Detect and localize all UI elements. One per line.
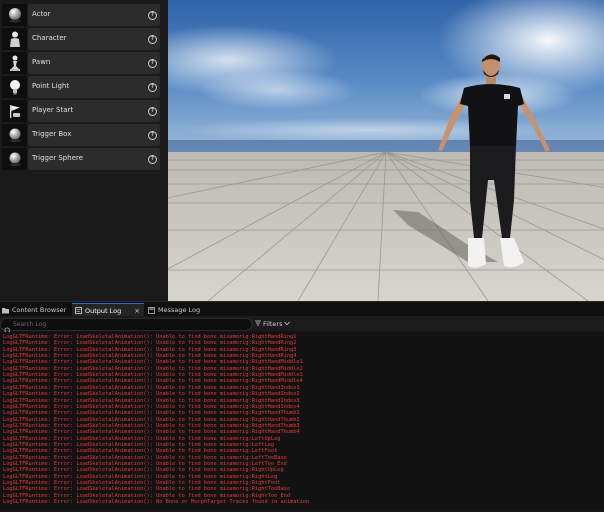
log-line: LogGLTFRuntime: Error: LoadSkeletalAnima…: [3, 480, 281, 487]
tab-message-log[interactable]: Message Log: [148, 303, 218, 317]
actor-item-label: Trigger Box: [32, 130, 72, 138]
actor-item-label: Pawn: [32, 58, 51, 66]
cube-icon: [2, 124, 27, 146]
help-icon[interactable]: ?: [148, 11, 157, 20]
help-icon[interactable]: ?: [148, 59, 157, 68]
help-icon[interactable]: ?: [148, 35, 157, 44]
actor-item-body[interactable]: Player Start ?: [28, 100, 160, 122]
log-line: LogGLTFRuntime: Error: LoadSkeletalAnima…: [3, 391, 300, 398]
sphere-icon: [2, 148, 27, 170]
help-icon[interactable]: ?: [148, 83, 157, 92]
actor-item-body[interactable]: Character ?: [28, 28, 160, 50]
actor-item-point-light[interactable]: Point Light ?: [0, 76, 162, 98]
output-log-list[interactable]: LogGLTFRuntime: Error: LoadSkeletalAnima…: [0, 332, 604, 510]
actor-item-label: Trigger Sphere: [32, 154, 84, 162]
tab-label: Content Browser: [12, 306, 67, 314]
search-box[interactable]: [0, 318, 252, 335]
place-actors-panel: Actor ? Character ? Pawn ? Point Light ?: [0, 0, 168, 301]
log-line: LogGLTFRuntime: Error: LoadSkeletalAnima…: [3, 422, 300, 429]
light-bulb-icon: [2, 76, 27, 98]
level-viewport[interactable]: [168, 0, 604, 301]
log-line: LogGLTFRuntime: Error: LoadSkeletalAnima…: [3, 334, 297, 340]
log-line: LogGLTFRuntime: Error: LoadSkeletalAnima…: [3, 403, 300, 410]
actor-item-label: Actor: [32, 10, 51, 18]
actor-item-actor[interactable]: Actor ?: [0, 4, 162, 26]
message-icon: [148, 306, 155, 314]
log-line: LogGLTFRuntime: Error: LoadSkeletalAnima…: [3, 372, 303, 379]
pawn-icon: [2, 52, 27, 74]
close-icon[interactable]: ×: [134, 307, 140, 315]
actor-item-label: Point Light: [32, 82, 70, 90]
search-log-input[interactable]: [13, 319, 243, 330]
filters-button[interactable]: Filters: [255, 318, 291, 329]
actor-item-label: Player Start: [32, 106, 74, 114]
tab-label: Output Log: [85, 306, 122, 315]
log-line: LogGLTFRuntime: Error: LoadSkeletalAnima…: [3, 492, 291, 499]
log-line: LogGLTFRuntime: Error: LoadSkeletalAnima…: [3, 353, 297, 360]
log-line: LogGLTFRuntime: Error: LoadSkeletalAnima…: [3, 473, 278, 480]
help-icon[interactable]: ?: [148, 155, 157, 164]
log-line: LogGLTFRuntime: Error: LoadSkeletalAnima…: [3, 429, 300, 436]
filters-label: Filters: [263, 319, 283, 328]
log-line: LogGLTFRuntime: Error: LoadSkeletalAnima…: [3, 461, 287, 467]
actor-item-body[interactable]: Actor ?: [28, 4, 160, 26]
actor-item-body[interactable]: Trigger Box ?: [28, 124, 160, 146]
log-line: LogGLTFRuntime: Error: LoadSkeletalAnima…: [3, 346, 297, 353]
flag-icon: [2, 100, 27, 122]
actor-item-trigger-box[interactable]: Trigger Box ?: [0, 124, 162, 146]
actor-item-pawn[interactable]: Pawn ?: [0, 52, 162, 74]
log-toolbar: Filters: [0, 316, 604, 335]
actor-item-label: Character: [32, 34, 67, 42]
log-line: LogGLTFRuntime: Error: LoadSkeletalAnima…: [3, 467, 284, 474]
log-line: LogGLTFRuntime: Error: LoadSkeletalAnima…: [3, 499, 310, 506]
log-line: LogGLTFRuntime: Error: LoadSkeletalAnima…: [3, 448, 278, 455]
chevron-down-icon: [284, 320, 291, 328]
log-line: LogGLTFRuntime: Error: LoadSkeletalAnima…: [3, 441, 275, 448]
log-line: LogGLTFRuntime: Error: LoadSkeletalAnima…: [3, 416, 300, 423]
actor-item-body[interactable]: Pawn ?: [28, 52, 160, 74]
log-line: LogGLTFRuntime: Error: LoadSkeletalAnima…: [3, 435, 281, 442]
tab-output-log[interactable]: Output Log ×: [72, 303, 144, 317]
actor-item-trigger-sphere[interactable]: Trigger Sphere ?: [0, 148, 162, 170]
help-icon[interactable]: ?: [148, 107, 157, 116]
actor-item-character[interactable]: Character ?: [0, 28, 162, 50]
log-line: LogGLTFRuntime: Error: LoadSkeletalAnima…: [3, 454, 287, 461]
log-line: LogGLTFRuntime: Error: LoadSkeletalAnima…: [3, 397, 300, 404]
character-icon: [2, 28, 27, 50]
sphere-icon: [2, 4, 27, 26]
actor-item-player-start[interactable]: Player Start ?: [0, 100, 162, 122]
log-line: LogGLTFRuntime: Error: LoadSkeletalAnima…: [3, 384, 300, 391]
log-line: LogGLTFRuntime: Error: LoadSkeletalAnima…: [3, 359, 303, 366]
viewport-scene: [168, 0, 604, 301]
log-line: LogGLTFRuntime: Error: LoadSkeletalAnima…: [3, 340, 297, 347]
tab-label: Message Log: [158, 306, 201, 314]
log-line: LogGLTFRuntime: Error: LoadSkeletalAnima…: [3, 486, 291, 493]
log-line: LogGLTFRuntime: Error: LoadSkeletalAnima…: [3, 410, 300, 417]
actor-item-body[interactable]: Trigger Sphere ?: [28, 148, 160, 170]
actor-item-body[interactable]: Point Light ?: [28, 76, 160, 98]
filter-icon: [255, 320, 261, 328]
tab-content-browser[interactable]: Content Browser: [2, 303, 70, 317]
help-icon[interactable]: ?: [148, 131, 157, 140]
log-line: LogGLTFRuntime: Error: LoadSkeletalAnima…: [3, 378, 303, 385]
dock-tab-bar: Content Browser Output Log × Message Log: [0, 301, 604, 317]
log-line: LogGLTFRuntime: Error: LoadSkeletalAnima…: [3, 365, 303, 372]
folder-icon: [2, 307, 9, 314]
log-icon: [75, 307, 82, 314]
bottom-dock: Content Browser Output Log × Message Log: [0, 301, 604, 512]
